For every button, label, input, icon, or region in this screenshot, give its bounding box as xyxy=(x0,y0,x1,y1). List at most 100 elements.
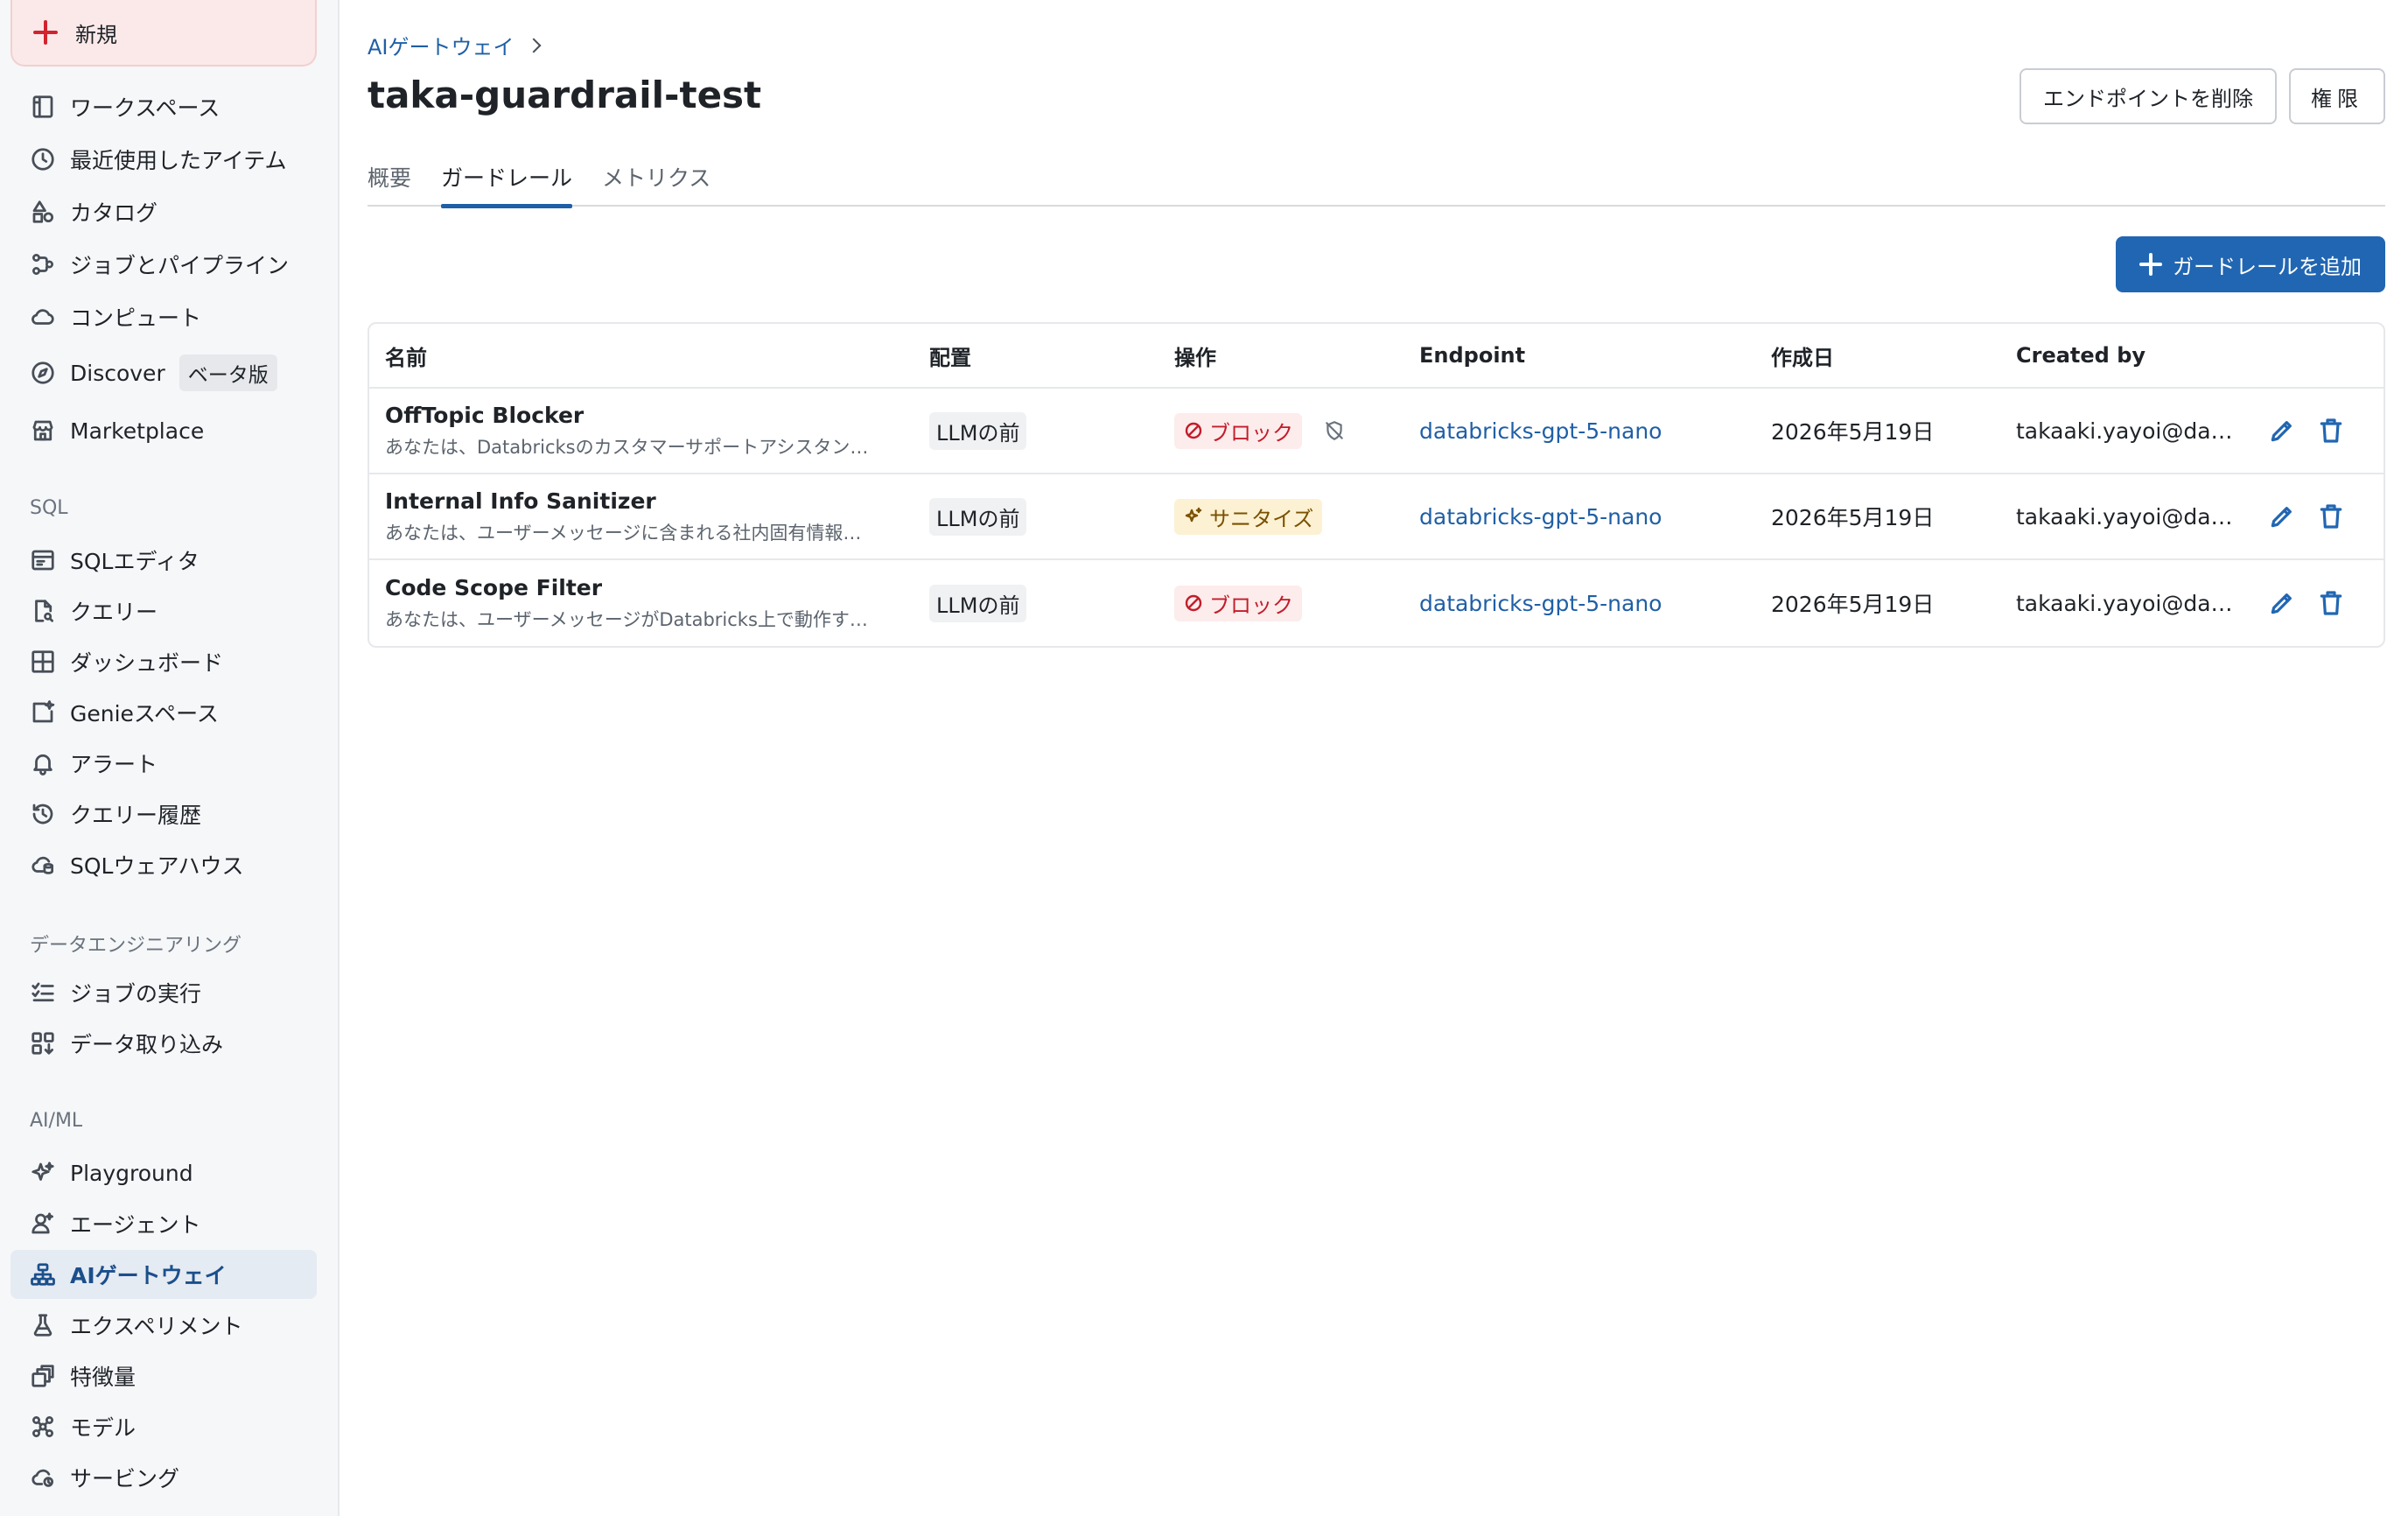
tab-guardrails[interactable]: ガードレール xyxy=(441,158,573,208)
block-icon xyxy=(1185,422,1202,439)
action-badge-sanitize: サニタイズ xyxy=(1174,498,1323,535)
edit-pencil-icon[interactable] xyxy=(2266,501,2298,532)
clock-icon xyxy=(28,144,58,174)
sparkle-icon xyxy=(28,1158,58,1188)
guardrail-name-cell: Code Scope Filter あなたは、ユーザーメッセージがDatabri… xyxy=(385,560,910,646)
sidebar-item-queries[interactable]: クエリー xyxy=(10,586,317,635)
shield-off-icon xyxy=(1323,419,1346,442)
query-icon xyxy=(28,596,58,626)
page-title: taka-guardrail-test xyxy=(368,74,762,116)
endpoint-link[interactable]: databricks-gpt-5-nano xyxy=(1419,591,1662,616)
created-by-cell: takaaki.yayoi@dat... xyxy=(2016,474,2235,558)
guardrail-name[interactable]: Code Scope Filter xyxy=(385,575,602,600)
table-row: OffTopic Blocker あなたは、Databricksのカスタマーサポ… xyxy=(369,389,2384,474)
edit-pencil-icon[interactable] xyxy=(2266,415,2298,446)
sidebar-item-label: ダッシュボード xyxy=(70,650,224,676)
gateway-icon xyxy=(28,1260,58,1289)
guardrail-name[interactable]: OffTopic Blocker xyxy=(385,403,584,428)
delete-trash-icon[interactable] xyxy=(2315,415,2347,446)
sidebar-item-jobs-pipelines[interactable]: ジョブとパイプライン xyxy=(10,240,317,289)
sidebar-item-genie[interactable]: Genieスペース xyxy=(10,688,317,737)
sidebar-item-label: エクスペリメント xyxy=(70,1314,243,1339)
add-guardrail-label: ガードレールを追加 xyxy=(2173,254,2362,279)
sidebar-item-sql-warehouse[interactable]: SQLウェアハウス xyxy=(10,840,317,889)
table-header-row: 名前 配置 操作 Endpoint 作成日 Created by xyxy=(369,324,2384,389)
genie-icon xyxy=(28,698,58,727)
sidebar-item-discover[interactable]: Discover ベータ版 xyxy=(10,348,317,397)
sidebar-item-features[interactable]: 特徴量 xyxy=(10,1351,317,1400)
sidebar-item-label: アラート xyxy=(70,752,158,777)
chevron-right-icon xyxy=(526,38,541,53)
sql-editor-icon xyxy=(28,545,58,575)
plus-icon xyxy=(2139,253,2162,276)
sidebar-item-label: サービング xyxy=(70,1466,180,1491)
action-badge-block: ブロック xyxy=(1174,412,1302,449)
sidebar-item-workspace[interactable]: ワークスペース xyxy=(10,82,317,131)
sidebar-item-dashboards[interactable]: ダッシュボード xyxy=(10,637,317,686)
sidebar-item-label: SQLウェアハウス xyxy=(70,853,244,879)
add-guardrail-button[interactable]: ガードレールを追加 xyxy=(2116,236,2385,292)
delete-endpoint-button[interactable]: エンドポイントを削除 xyxy=(2020,68,2277,124)
sidebar-item-alerts[interactable]: アラート xyxy=(10,739,317,788)
sidebar-item-label: SQLエディタ xyxy=(70,549,200,574)
sidebar-item-agents[interactable]: エージェント xyxy=(10,1199,317,1248)
created-by-cell: takaaki.yayoi@dat... xyxy=(2016,389,2235,473)
endpoint-cell: databricks-gpt-5-nano xyxy=(1419,474,1662,558)
created-date: 2026年5月19日 xyxy=(1771,505,1935,530)
workspace-icon xyxy=(28,92,58,122)
sidebar-item-experiments[interactable]: エクスペリメント xyxy=(10,1301,317,1350)
endpoint-link[interactable]: databricks-gpt-5-nano xyxy=(1419,418,1662,444)
sidebar-item-recent[interactable]: 最近使用したアイテム xyxy=(10,135,317,184)
ingestion-icon xyxy=(28,1028,58,1058)
endpoint-cell: databricks-gpt-5-nano xyxy=(1419,560,1662,646)
guardrail-name[interactable]: Internal Info Sanitizer xyxy=(385,488,656,514)
sparkle-icon xyxy=(1185,507,1202,523)
row-actions xyxy=(2266,389,2364,473)
beta-badge: ベータ版 xyxy=(178,354,277,391)
breadcrumb-ai-gateway[interactable]: AIゲートウェイ xyxy=(368,30,514,60)
sidebar-item-label: AIゲートウェイ xyxy=(70,1263,227,1288)
column-header-action[interactable]: 操作 xyxy=(1174,324,1216,387)
delete-trash-icon[interactable] xyxy=(2315,501,2347,532)
column-header-created[interactable]: 作成日 xyxy=(1771,324,1834,387)
created-by: takaaki.yayoi@dat... xyxy=(2016,503,2235,530)
section-label-ai-ml: AI/ML xyxy=(30,1110,83,1132)
dashboard-icon xyxy=(28,647,58,677)
endpoint-cell: databricks-gpt-5-nano xyxy=(1419,389,1662,473)
new-button[interactable]: 新規 xyxy=(10,0,317,67)
tab-bar: 概要 ガードレール メトリクス xyxy=(368,158,2385,208)
sidebar-item-catalog[interactable]: カタログ xyxy=(10,187,317,236)
edit-pencil-icon[interactable] xyxy=(2266,587,2298,619)
sidebar-item-label: クエリー xyxy=(70,600,158,625)
sidebar: 新規 ワークスペース 最近使用したアイテム カタログ ジョブとパイプライン コン… xyxy=(0,0,340,1516)
sidebar-item-models[interactable]: モデル xyxy=(10,1402,317,1451)
column-header-name[interactable]: 名前 xyxy=(385,324,910,387)
delete-trash-icon[interactable] xyxy=(2315,587,2347,619)
sidebar-item-label: ジョブとパイプライン xyxy=(70,253,290,278)
sidebar-item-serving[interactable]: サービング xyxy=(10,1453,317,1502)
sidebar-item-data-ingestion[interactable]: データ取り込み xyxy=(10,1019,317,1068)
column-header-endpoint[interactable]: Endpoint xyxy=(1419,324,1525,387)
tab-metrics[interactable]: メトリクス xyxy=(602,158,710,207)
agent-icon xyxy=(28,1209,58,1239)
endpoint-link[interactable]: databricks-gpt-5-nano xyxy=(1419,504,1662,530)
sidebar-item-playground[interactable]: Playground xyxy=(10,1148,317,1197)
sidebar-item-label: 特徴量 xyxy=(70,1365,136,1390)
sidebar-item-query-history[interactable]: クエリー履歴 xyxy=(10,790,317,839)
guardrail-name-cell: OffTopic Blocker あなたは、Databricksのカスタマーサポ… xyxy=(385,389,910,473)
permissions-button[interactable]: 権限 xyxy=(2289,68,2385,124)
tab-overview[interactable]: 概要 xyxy=(368,158,411,207)
placement-cell: LLMの前 xyxy=(929,474,1027,558)
sidebar-item-ai-gateway[interactable]: AIゲートウェイ xyxy=(10,1250,317,1299)
guardrail-description: あなたは、ユーザーメッセージに含まれる社内固有情報… xyxy=(385,522,862,544)
sidebar-item-label: カタログ xyxy=(70,200,158,226)
job-runs-icon xyxy=(28,978,58,1007)
column-header-placement[interactable]: 配置 xyxy=(929,324,971,387)
sidebar-item-compute[interactable]: コンピュート xyxy=(10,292,317,341)
sidebar-item-marketplace[interactable]: Marketplace xyxy=(10,406,317,455)
column-header-created-by[interactable]: Created by xyxy=(2016,324,2235,387)
created-cell: 2026年5月19日 xyxy=(1771,389,1934,473)
sidebar-item-label: ワークスペース xyxy=(70,95,220,121)
sidebar-item-job-runs[interactable]: ジョブの実行 xyxy=(10,968,317,1017)
sidebar-item-sql-editor[interactable]: SQLエディタ xyxy=(10,536,317,585)
